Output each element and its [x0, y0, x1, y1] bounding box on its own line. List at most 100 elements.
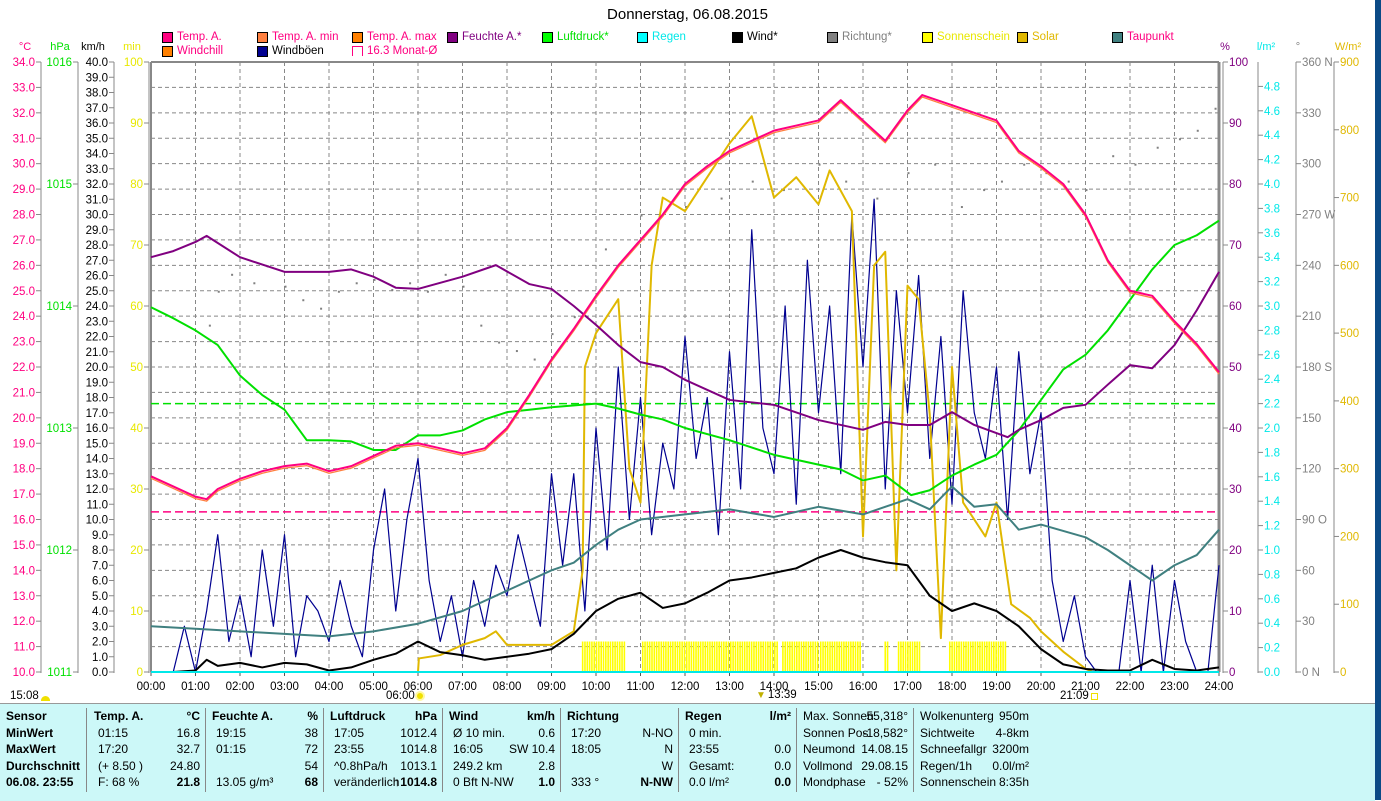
wind-tick-label: 28.0 [86, 240, 108, 252]
table-row: Vollmond 29.08.15 [797, 758, 913, 775]
x-tick-label: 18:00 [938, 681, 967, 693]
humidity-tick-label: 50 [1229, 362, 1242, 374]
table-value: 38 [304, 725, 318, 740]
wind-tick-label: 5.0 [92, 591, 108, 603]
x-tick-label: 01:00 [181, 681, 210, 693]
table-row: Sensor [0, 708, 86, 725]
table-label: Regen [685, 709, 722, 723]
solar-tick-label: 200 [1340, 531, 1359, 543]
table-label: 23:55 [689, 742, 720, 756]
wind-tick-label: 13.0 [86, 469, 108, 481]
table-row: Sichtweite 4-8km [914, 725, 1034, 742]
wind-tick-label: 1.0 [92, 652, 108, 664]
sunmin-tick-label: 70 [130, 240, 143, 252]
direction-point [1023, 163, 1026, 166]
table-row: Durchschnitt [0, 758, 86, 775]
direction-point [355, 282, 358, 285]
table-label: 23:55 [334, 742, 365, 756]
x-tick-label: 11:00 [627, 681, 655, 693]
rain-tick-label: 0.8 [1264, 569, 1280, 581]
temp-tick-label: 30.0 [13, 159, 35, 171]
direction-point [284, 285, 287, 288]
table-label: 01:15 [98, 725, 129, 740]
x-tick-label: 12:00 [671, 681, 700, 693]
temp-tick-label: 32.0 [13, 108, 35, 120]
table-value: 54 [304, 758, 318, 773]
table-row: (+ 8.50 ) 24.80 [88, 758, 205, 775]
rain-tick-label: 3.0 [1264, 301, 1280, 313]
rain-tick-label: 3.2 [1264, 277, 1280, 289]
wind-tick-label: 30.0 [86, 210, 108, 222]
table-value: hPa [414, 709, 437, 723]
table-row: ^0.8hPa/h 1013.1 [324, 758, 442, 775]
table-label: 0 min. [689, 725, 722, 740]
wind-tick-label: 15.0 [86, 438, 108, 450]
humidity-tick-label: 40 [1229, 423, 1242, 435]
humidity-tick-label: 0 [1229, 667, 1235, 679]
sunset-icon [1090, 692, 1098, 700]
x-tick-label: 10:00 [582, 681, 611, 693]
table-row: Gesamt: 0.0 [679, 758, 796, 775]
table-row: Max. Sonnen 55,318° [797, 708, 913, 725]
direction-tick-label: 240 [1302, 260, 1321, 272]
wind-tick-label: 12.0 [86, 484, 108, 496]
x-tick-label: 09:00 [537, 681, 566, 693]
wind-tick-label: 31.0 [86, 194, 108, 206]
wind-tick-label: 19.0 [86, 377, 108, 389]
direction-point [1112, 155, 1115, 158]
temp-tick-label: 19.0 [13, 438, 35, 450]
table-label: 19:15 [216, 725, 247, 740]
temp-tick-label: 34.0 [13, 57, 35, 69]
temp-tick-label: 11.0 [13, 642, 35, 654]
direction-point [515, 350, 518, 353]
table-label: Feuchte A. [212, 709, 273, 723]
wind-tick-label: 8.0 [92, 545, 108, 557]
direction-point [1214, 107, 1217, 110]
table-label: 06.08. 23:55 [6, 775, 74, 789]
table-label: Richtung [567, 709, 619, 723]
table-value: 0.0 [774, 742, 791, 756]
table-row: Sonnenschein 8:35h [914, 774, 1034, 791]
sunset-marker: 21:09 [1060, 690, 1098, 702]
x-tick-label: 07:00 [448, 681, 477, 693]
table-value: 1014.8 [400, 742, 437, 756]
moonrise-time: 15:08 [10, 690, 39, 702]
table-value: 8:35h [998, 775, 1029, 789]
wind-tick-label: 39.0 [86, 72, 108, 84]
table-value: 29.08.15 [861, 758, 908, 773]
rain-tick-label: 3.4 [1264, 252, 1281, 264]
table-column: Sensor MinWert MaxWert Durchschnitt 06.08. 2… [0, 708, 87, 792]
table-row: 01:15 16.8 [88, 725, 205, 742]
table-column: Wind km/h Ø 10 min. 0.6 16:05 SW 10.4 249.2 km… [443, 708, 561, 792]
solar-tick-label: 400 [1340, 396, 1359, 408]
rain-tick-label: 3.8 [1264, 203, 1280, 215]
temp-tick-label: 14.0 [13, 565, 35, 577]
wind-tick-label: 34.0 [86, 149, 108, 161]
table-value: SW 10.4 [508, 742, 555, 756]
direction-axis-unit: ° [1296, 41, 1300, 53]
x-tick-label: 17:00 [893, 681, 922, 693]
direction-point [320, 307, 323, 310]
table-value: 1013.1 [400, 758, 437, 773]
direction-point [1134, 163, 1137, 166]
table-label: MaxWert [6, 742, 56, 756]
direction-point [391, 289, 394, 292]
solar-axis-unit: W/m² [1335, 41, 1362, 53]
table-label: Neumond [803, 742, 856, 756]
table-label: 13.05 g/m³ [216, 775, 274, 789]
table-label: Wolkenunterg [920, 709, 994, 723]
direction-point [373, 278, 376, 281]
table-label: (+ 8.50 ) [98, 758, 144, 773]
temp-tick-label: 16.0 [13, 515, 35, 527]
humidity-tick-label: 80 [1229, 179, 1242, 191]
table-row: 19:15 38 [206, 725, 323, 742]
temp-tick-label: 33.0 [13, 82, 35, 94]
sunrise-time: 06:00 [386, 690, 415, 702]
direction-tick-label: 0 N [1302, 667, 1320, 679]
table-row: 23:55 1014.8 [324, 741, 442, 758]
rain-tick-label: 1.4 [1264, 496, 1281, 508]
table-label: Sonnenschein [920, 775, 997, 789]
rain-tick-label: 4.6 [1264, 106, 1280, 118]
solar-tick-label: 0 [1340, 667, 1346, 679]
table-label: Wind [449, 709, 479, 723]
